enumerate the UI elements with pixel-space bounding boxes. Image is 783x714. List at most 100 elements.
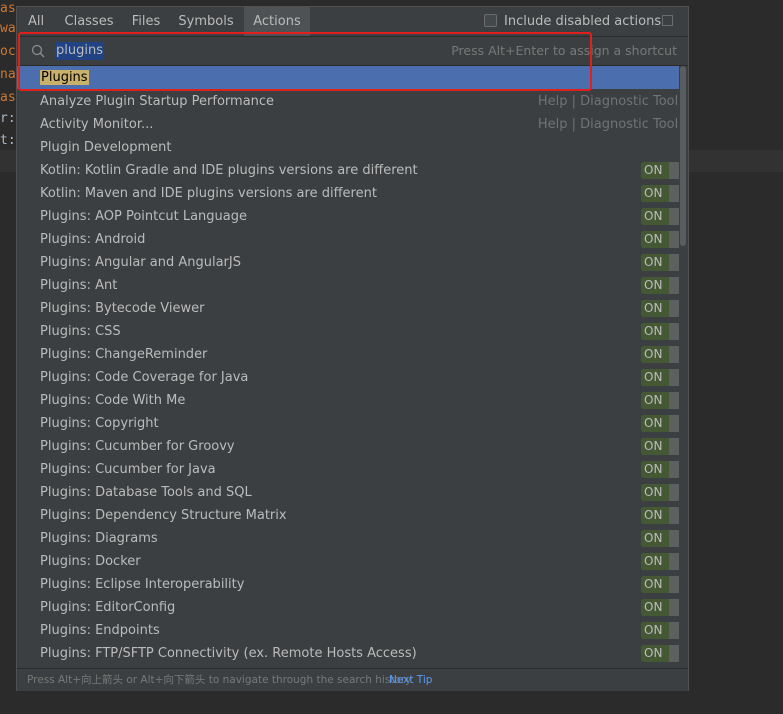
result-row[interactable]: Plugins: Android ON: [17, 228, 683, 251]
search-input[interactable]: plugins: [55, 42, 104, 60]
result-row[interactable]: Plugins: Docker ON: [17, 550, 683, 573]
option-toggle-switch[interactable]: ON: [641, 461, 683, 478]
toggle-state-label: ON: [641, 277, 672, 294]
result-label: Plugins: Cucumber for Java: [40, 462, 216, 477]
tab-symbols[interactable]: Symbols: [174, 7, 238, 36]
result-row[interactable]: Plugins: Code With Me ON: [17, 389, 683, 412]
option-toggle-switch[interactable]: ON: [641, 346, 683, 363]
option-toggle-switch[interactable]: ON: [641, 185, 683, 202]
next-tip-link[interactable]: Next Tip: [389, 669, 432, 691]
result-row[interactable]: Plugins: Diagrams ON: [17, 527, 683, 550]
search-icon: [31, 44, 45, 58]
include-disabled-label[interactable]: Include disabled actions: [504, 7, 661, 36]
result-label: Plugins: Code Coverage for Java: [40, 370, 249, 385]
result-row[interactable]: Activity Monitor... Help | Diagnostic Too…: [17, 113, 683, 136]
result-row[interactable]: Plugins: Angular and AngularJS ON: [17, 251, 683, 274]
toggle-state-label: ON: [641, 645, 672, 662]
toggle-state-label: ON: [641, 576, 672, 593]
option-toggle-switch[interactable]: ON: [641, 162, 683, 179]
result-row[interactable]: Plugins: Dependency Structure Matrix ON: [17, 504, 683, 527]
result-row[interactable]: Plugins: Ant ON: [17, 274, 683, 297]
option-toggle-switch[interactable]: ON: [641, 392, 683, 409]
option-toggle-switch[interactable]: ON: [641, 438, 683, 455]
toggle-state-label: ON: [641, 438, 672, 455]
result-label: Kotlin: Maven and IDE plugins versions a…: [40, 186, 377, 201]
result-label: Plugins: Eclipse Interoperability: [40, 577, 245, 592]
toggle-state-label: ON: [641, 507, 672, 524]
option-toggle-switch[interactable]: ON: [641, 530, 683, 547]
editor-code-line: oc: [0, 44, 16, 59]
option-toggle-switch[interactable]: ON: [641, 576, 683, 593]
option-toggle-switch[interactable]: ON: [641, 231, 683, 248]
result-label: Plugins: Bytecode Viewer: [40, 301, 205, 316]
option-toggle-switch[interactable]: ON: [641, 323, 683, 340]
editor-code-line: as: [0, 1, 16, 16]
toggle-state-label: ON: [641, 553, 672, 570]
option-toggle-switch[interactable]: ON: [641, 208, 683, 225]
result-row[interactable]: Plugins: Bytecode Viewer ON: [17, 297, 683, 320]
toggle-state-label: ON: [641, 346, 672, 363]
results-scrollbar[interactable]: [679, 66, 686, 668]
result-row[interactable]: Kotlin: Maven and IDE plugins versions a…: [17, 182, 683, 205]
option-toggle-switch[interactable]: ON: [641, 277, 683, 294]
toggle-state-label: ON: [641, 323, 672, 340]
tab-files[interactable]: Files: [125, 7, 167, 36]
result-label: Plugins: Dependency Structure Matrix: [40, 508, 287, 523]
result-row[interactable]: Plugins: Copyright ON: [17, 412, 683, 435]
toggle-state-label: ON: [641, 530, 672, 547]
result-row[interactable]: Plugins: ChangeReminder ON: [17, 343, 683, 366]
search-everywhere-popup: All Classes Files Symbols Actions Includ…: [16, 6, 689, 691]
toggle-state-label: ON: [641, 369, 672, 386]
result-label: Kotlin: Kotlin Gradle and IDE plugins ve…: [40, 163, 418, 178]
result-row[interactable]: Plugins: Database Tools and SQL ON: [17, 481, 683, 504]
toggle-state-label: ON: [641, 231, 672, 248]
result-row[interactable]: Plugins: Cucumber for Groovy ON: [17, 435, 683, 458]
editor-code-line: wa: [0, 21, 16, 36]
scope-tabs: All Classes Files Symbols Actions Includ…: [17, 7, 688, 37]
shortcut-hint: Press Alt+Enter to assign a shortcut: [451, 43, 677, 58]
result-row[interactable]: Plugins: CSS ON: [17, 320, 683, 343]
result-row[interactable]: Plugins: [17, 66, 683, 89]
result-row[interactable]: Plugins: EditorConfig ON: [17, 596, 683, 619]
scrollbar-thumb[interactable]: [680, 66, 686, 246]
result-label: Plugins: Diagrams: [40, 531, 158, 546]
toggle-state-label: ON: [641, 599, 672, 616]
toggle-state-label: ON: [641, 622, 672, 639]
option-toggle-switch[interactable]: ON: [641, 369, 683, 386]
result-label: Plugins: Ant: [40, 278, 118, 293]
result-row[interactable]: Analyze Plugin Startup Performance Help |…: [17, 90, 683, 113]
option-toggle-switch[interactable]: ON: [641, 599, 683, 616]
option-toggle-switch[interactable]: ON: [641, 622, 683, 639]
option-toggle-switch[interactable]: ON: [641, 415, 683, 432]
result-row[interactable]: Plugins: Eclipse Interoperability ON: [17, 573, 683, 596]
pin-window-icon[interactable]: [662, 15, 673, 26]
option-toggle-switch[interactable]: ON: [641, 300, 683, 317]
tab-classes[interactable]: Classes: [57, 7, 121, 36]
result-row[interactable]: Plugins: Code Coverage for Java ON: [17, 366, 683, 389]
toggle-state-label: ON: [641, 461, 672, 478]
result-label: Plugins: Cucumber for Groovy: [40, 439, 235, 454]
result-label: Plugins: EditorConfig: [40, 600, 176, 615]
result-row[interactable]: Plugins: FTP/SFTP Connectivity (ex. Remo…: [17, 642, 683, 665]
result-row[interactable]: Plugin Development: [17, 136, 683, 159]
option-toggle-switch[interactable]: ON: [641, 484, 683, 501]
tab-all[interactable]: All: [21, 7, 51, 36]
result-row[interactable]: Plugins: AOP Pointcut Language ON: [17, 205, 683, 228]
result-label: Plugins: Docker: [40, 554, 141, 569]
option-toggle-switch[interactable]: ON: [641, 645, 683, 662]
toggle-state-label: ON: [641, 415, 672, 432]
result-row[interactable]: Plugins: Endpoints ON: [17, 619, 683, 642]
option-toggle-switch[interactable]: ON: [641, 553, 683, 570]
search-bar: plugins Press Alt+Enter to assign a shor…: [17, 37, 688, 66]
tab-actions[interactable]: Actions: [244, 7, 310, 36]
include-disabled-checkbox[interactable]: [484, 14, 497, 27]
option-toggle-switch[interactable]: ON: [641, 254, 683, 271]
result-row[interactable]: Kotlin: Kotlin Gradle and IDE plugins ve…: [17, 159, 683, 182]
results-list: Plugins Analyze Plugin Startup Performanc…: [17, 66, 683, 668]
editor-code-line: r:: [0, 111, 16, 126]
result-label-match: Plugins: [40, 70, 89, 85]
option-toggle-switch[interactable]: ON: [641, 507, 683, 524]
result-category: Help | Diagnostic Tools: [537, 94, 683, 109]
toggle-state-label: ON: [641, 484, 672, 501]
result-row[interactable]: Plugins: Cucumber for Java ON: [17, 458, 683, 481]
